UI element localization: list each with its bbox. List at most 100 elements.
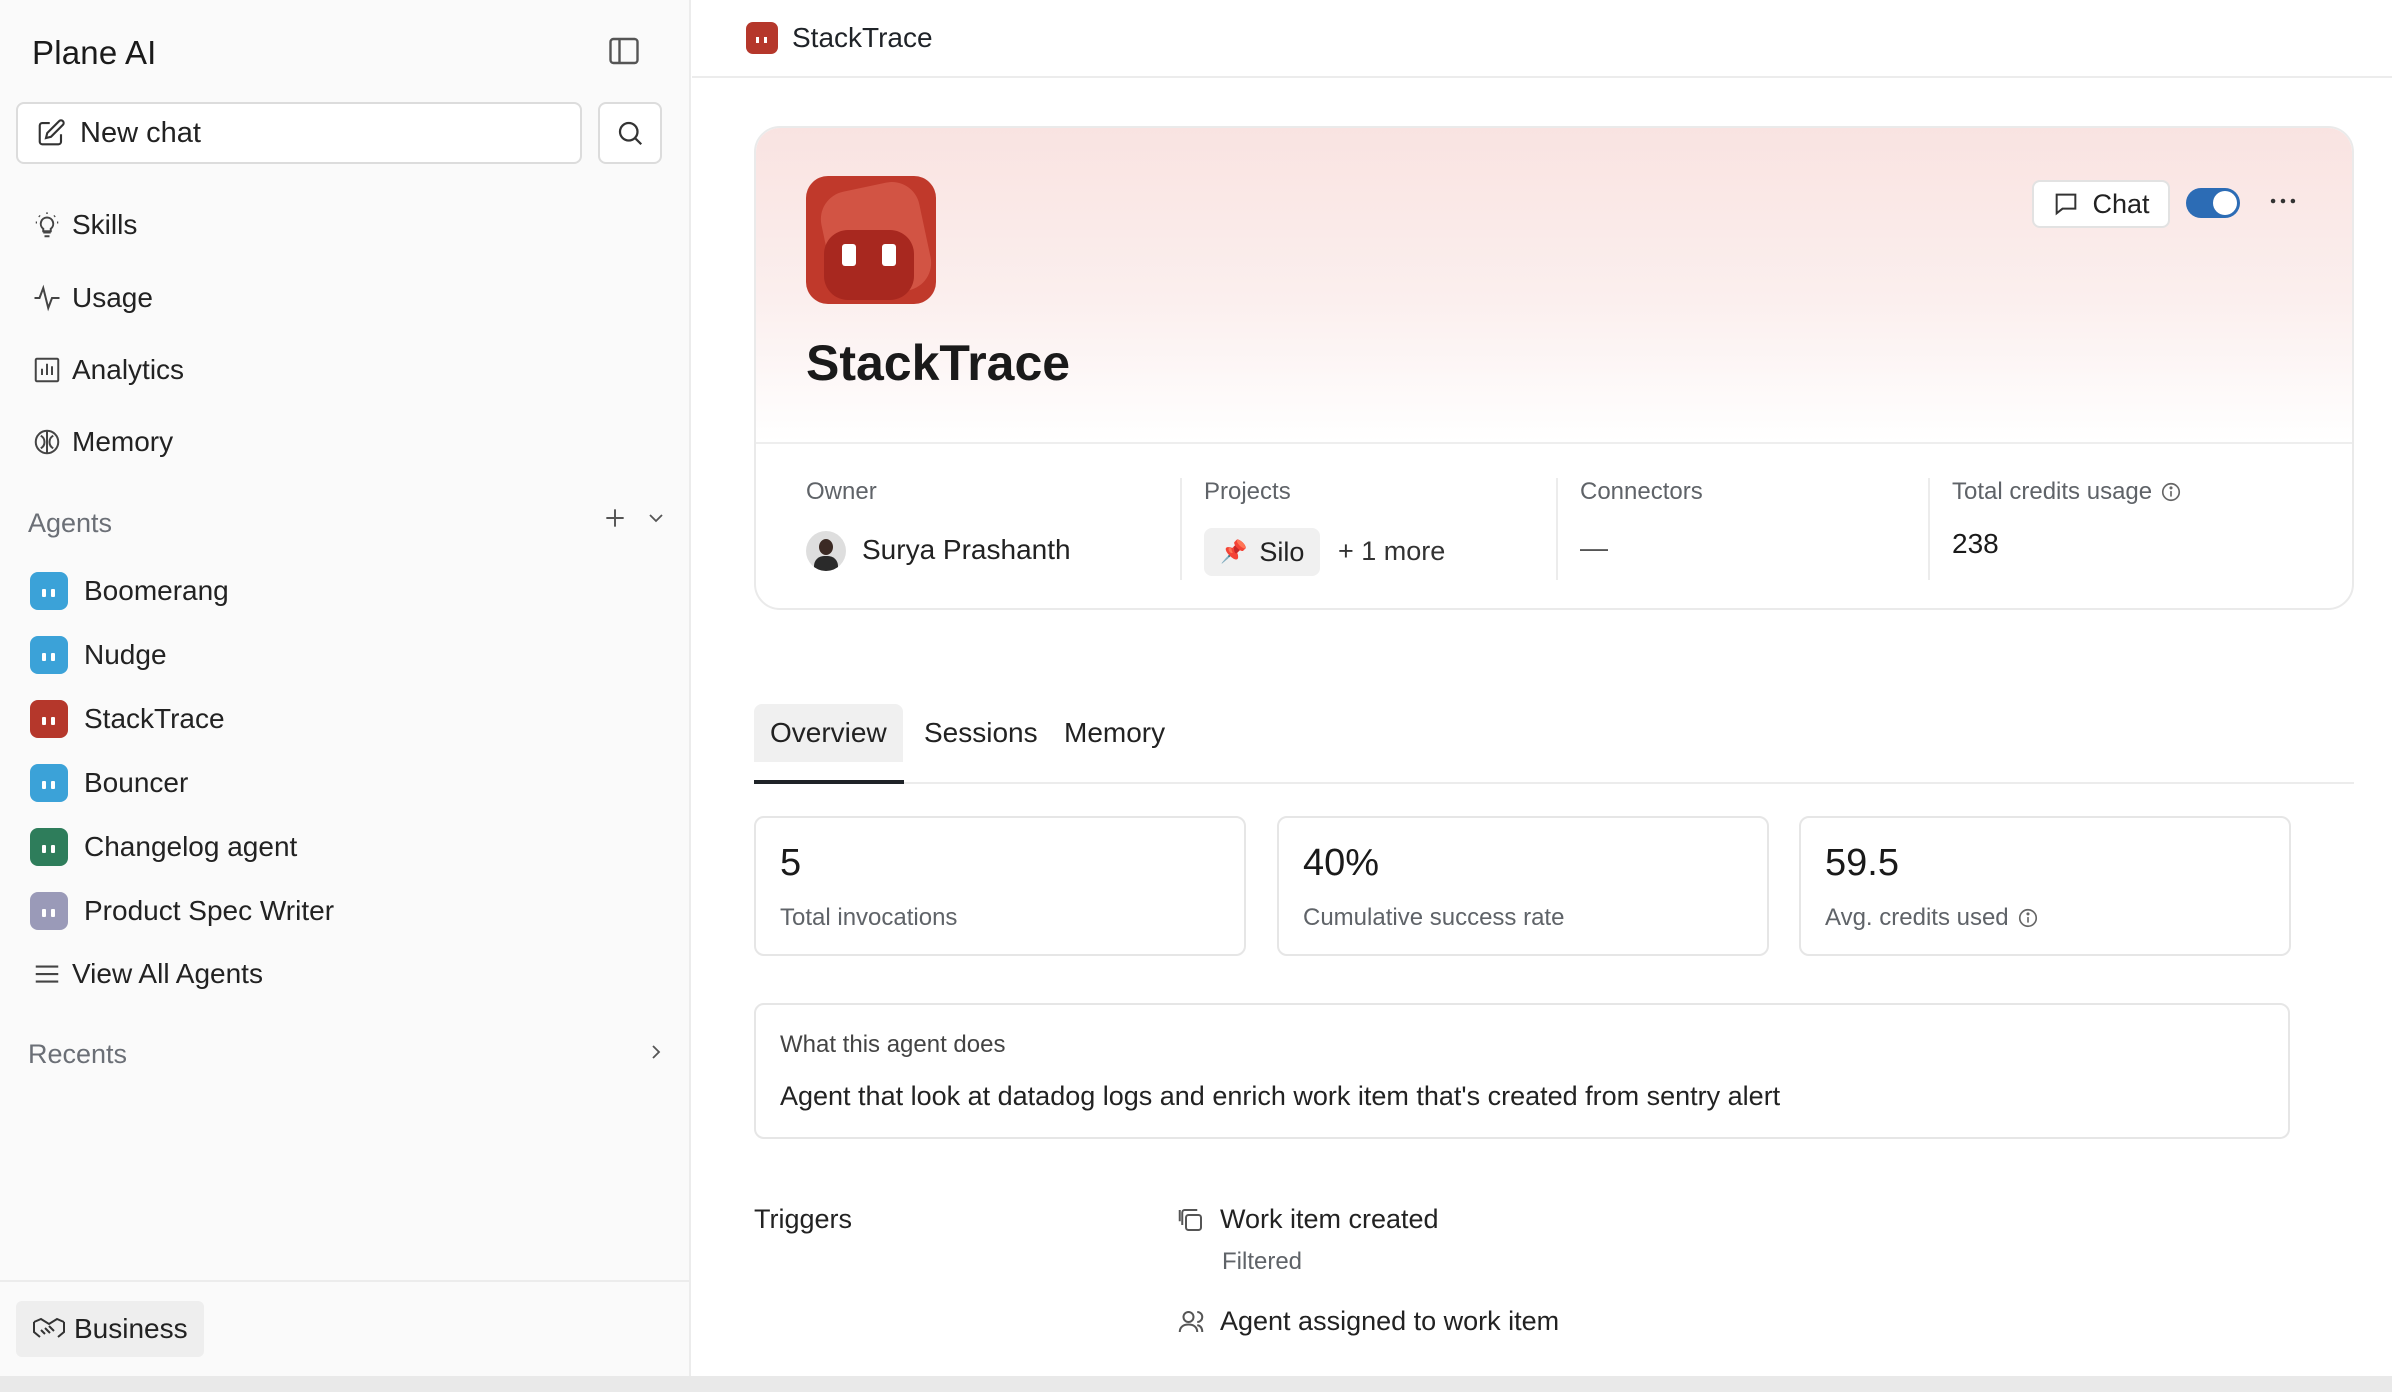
breadcrumb-title: StackTrace [792, 22, 933, 53]
horizontal-scrollbar[interactable] [0, 1376, 2392, 1392]
agent-name: StackTrace [84, 703, 225, 734]
agents-section-label: Agents [28, 508, 113, 538]
description-text: Agent that look at datadog logs and enri… [780, 1081, 1781, 1111]
view-all-agents[interactable]: View All Agents [30, 948, 263, 1000]
tab-sessions-label: Sessions [924, 717, 1038, 748]
view-all-agents-label: View All Agents [72, 958, 263, 989]
agent-description-card: What this agent does Agent that look at … [754, 1003, 2290, 1139]
agent-item[interactable]: Boomerang [30, 566, 229, 616]
stat-label: Cumulative success rate [1303, 904, 1564, 932]
user-icon [1176, 1307, 1220, 1337]
divider [1180, 478, 1182, 580]
agent-header-card: StackTrace Chat Owner Surya Prashanth Pr… [754, 126, 2354, 610]
nav-memory-label: Memory [72, 426, 174, 457]
new-chat-button[interactable]: New chat [16, 102, 582, 164]
stat-label-text: Total invocations [780, 904, 958, 931]
chevron-right-icon[interactable] [644, 1040, 668, 1064]
search-button[interactable] [598, 102, 662, 164]
trigger-label: Agent assigned to work item [1220, 1306, 1560, 1336]
credits-value: 238 [1952, 528, 1999, 559]
stat-card: 40% Cumulative success rate [1277, 816, 1769, 956]
sidebar: Plane AI New chat Skills Usage Analytics [0, 0, 691, 1392]
divider [1556, 478, 1558, 580]
activity-icon [30, 281, 64, 315]
recents-section-label[interactable]: Recents [28, 1039, 127, 1070]
agent-large-avatar [806, 176, 936, 304]
projects-more[interactable]: + 1 more [1338, 536, 1445, 567]
agent-avatar [30, 636, 68, 674]
agent-tabs: Overview Sessions Memory [754, 704, 2354, 784]
agents-actions [602, 505, 668, 531]
sidebar-toggle-icon[interactable] [606, 33, 642, 69]
agent-item[interactable]: Changelog agent [30, 822, 297, 872]
projects-label: Projects [1204, 478, 1291, 505]
project-chip[interactable]: 📌 Silo [1204, 528, 1321, 576]
stat-card: 59.5 Avg. credits used [1799, 816, 2291, 956]
agent-item[interactable]: StackTrace [30, 694, 225, 744]
tab-overview-label: Overview [770, 717, 887, 748]
connectors-value: — [1580, 532, 1608, 563]
description-label: What this agent does [780, 1031, 1006, 1058]
agent-name: Bouncer [84, 767, 189, 798]
stack-icon [1176, 1205, 1220, 1235]
new-chat-label: New chat [80, 116, 201, 149]
agent-name: Changelog agent [84, 831, 298, 862]
nav-memory[interactable]: Memory [30, 416, 173, 468]
nav-skills[interactable]: Skills [30, 199, 137, 251]
stat-label: Total invocations [780, 904, 957, 932]
agent-enabled-toggle[interactable] [2186, 188, 2240, 218]
chart-icon [30, 353, 64, 387]
agent-avatar [30, 700, 68, 738]
app-title: Plane AI [32, 34, 157, 71]
agent-name: Boomerang [84, 575, 229, 606]
project-chip-label: Silo [1259, 536, 1305, 567]
trigger-filter-label: Filtered [1222, 1248, 1303, 1275]
stat-value: 59.5 [1825, 842, 1899, 884]
credits-label: Total credits usage [1952, 478, 2182, 506]
agent-title: StackTrace [806, 335, 1071, 391]
agent-avatar [746, 22, 778, 54]
agent-name: Nudge [84, 639, 167, 670]
triggers-label: Triggers [754, 1204, 853, 1234]
trigger-item[interactable]: Work item created [1176, 1204, 1439, 1235]
chat-bubble-icon [2052, 190, 2092, 218]
chat-button[interactable]: Chat [2032, 180, 2170, 228]
chevron-down-icon[interactable] [644, 506, 668, 530]
agent-item[interactable]: Product Spec Writer [30, 886, 334, 936]
trigger-item[interactable]: Agent assigned to work item [1176, 1306, 1559, 1337]
nav-analytics-label: Analytics [72, 354, 185, 385]
agent-avatar [30, 828, 68, 866]
edit-icon [36, 118, 66, 148]
stat-value: 5 [780, 842, 802, 884]
agent-item[interactable]: Bouncer [30, 758, 188, 808]
stat-value: 40% [1303, 842, 1380, 884]
more-options-icon[interactable] [2266, 184, 2300, 218]
search-icon [615, 118, 645, 148]
tab-memory[interactable]: Memory [1048, 704, 1181, 762]
owner-label: Owner [806, 478, 877, 505]
nav-analytics[interactable]: Analytics [30, 344, 184, 396]
agent-avatar [30, 892, 68, 930]
info-icon[interactable] [2160, 481, 2182, 503]
info-icon[interactable] [2009, 907, 2039, 929]
agent-name: Product Spec Writer [84, 895, 335, 926]
credits-label-text: Total credits usage [1952, 478, 2153, 505]
workspace-switcher[interactable]: Business [16, 1301, 204, 1357]
tab-overview[interactable]: Overview [754, 704, 903, 762]
stat-label: Avg. credits used [1825, 904, 2039, 932]
add-agent-icon[interactable] [602, 505, 628, 531]
nav-usage[interactable]: Usage [30, 272, 153, 324]
handshake-icon [32, 1316, 74, 1342]
workspace-label: Business [74, 1313, 188, 1344]
stat-label-text: Avg. credits used [1825, 904, 2009, 931]
avatar [806, 531, 846, 571]
agent-avatar [30, 572, 68, 610]
list-icon [30, 957, 64, 991]
tab-sessions[interactable]: Sessions [908, 704, 1054, 762]
agent-header-banner [756, 128, 2352, 444]
stat-card: 5 Total invocations [754, 816, 1246, 956]
owner-name[interactable]: Surya Prashanth [862, 534, 1071, 566]
pushpin-icon: 📌 [1220, 539, 1248, 564]
connectors-label: Connectors [1580, 478, 1703, 505]
agent-item[interactable]: Nudge [30, 630, 167, 680]
